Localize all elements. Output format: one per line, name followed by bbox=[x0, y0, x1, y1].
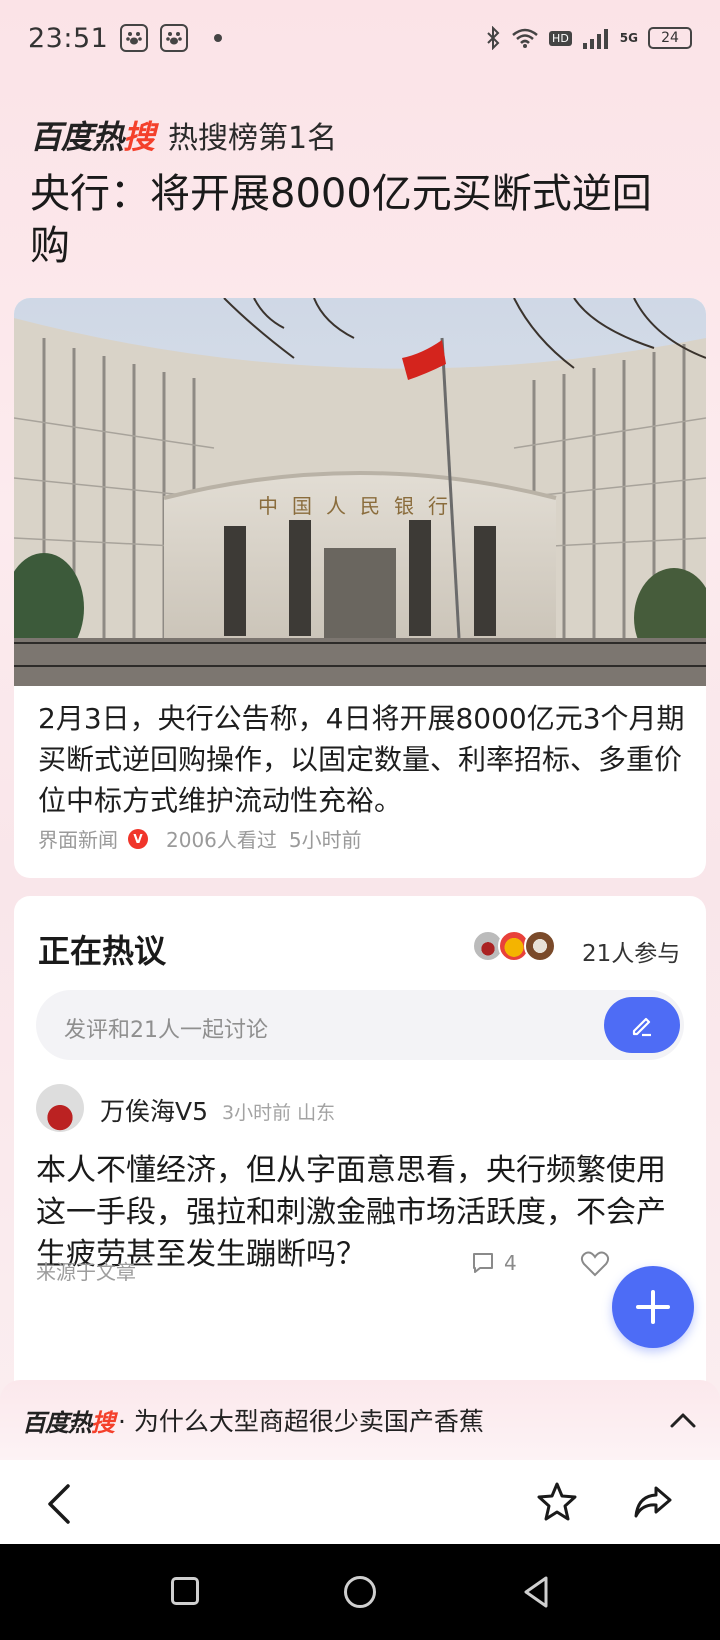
hd-badge: HD bbox=[549, 30, 572, 46]
hot-logo-main: 百度热 bbox=[22, 1408, 92, 1437]
comment-placeholder: 发评和21人一起讨论 bbox=[64, 1018, 268, 1043]
article-summary[interactable]: 2月3日，央行公告称，4日将开展8000亿元3个月期买断式逆回购操作，以固定数量… bbox=[38, 698, 688, 821]
edit-icon bbox=[632, 1017, 651, 1037]
comment-input[interactable]: 发评和21人一起讨论 bbox=[36, 990, 684, 1060]
status-bar: 23:51 HD 5G 24 bbox=[0, 0, 720, 76]
article-meta: 界面新闻 V 2006人看过 5小时前 bbox=[38, 824, 362, 853]
hot-logo-accent: 搜 bbox=[91, 1408, 115, 1437]
verified-icon: V bbox=[128, 828, 148, 849]
discussion-title: 正在热议 bbox=[38, 932, 167, 970]
edit-button[interactable] bbox=[604, 997, 680, 1053]
wifi-icon bbox=[512, 28, 538, 48]
avatar bbox=[524, 930, 556, 962]
reply-button[interactable]: 4 bbox=[470, 1250, 517, 1276]
article-views: 2006人看过 bbox=[166, 828, 277, 852]
chevron-up-icon[interactable] bbox=[668, 1410, 698, 1430]
home-button[interactable] bbox=[344, 1576, 376, 1608]
plus-icon bbox=[636, 1290, 670, 1324]
system-nav-bar bbox=[0, 1544, 720, 1640]
hot-search-text[interactable]: · 为什么大型商超很少卖国产香蕉 bbox=[118, 1402, 484, 1438]
article-card[interactable]: 中国人民银行 2月3日，央行公告称，4日将开展8000亿元3个月期买断式逆回购操… bbox=[14, 298, 706, 878]
bluetooth-icon bbox=[487, 26, 500, 50]
system-back-icon[interactable] bbox=[520, 1574, 550, 1610]
share-icon[interactable] bbox=[632, 1482, 674, 1522]
comment-source[interactable]: 来源于文章 bbox=[36, 1256, 136, 1285]
network-type: 5G bbox=[619, 31, 638, 45]
status-right: HD 5G 24 bbox=[485, 26, 692, 50]
add-button[interactable] bbox=[612, 1266, 694, 1348]
battery-icon: 24 bbox=[648, 27, 692, 49]
brand-logo-accent: 搜 bbox=[123, 118, 155, 156]
article-source[interactable]: 界面新闻 bbox=[38, 824, 118, 853]
star-icon[interactable] bbox=[536, 1480, 578, 1522]
status-time: 23:51 bbox=[28, 22, 109, 54]
page-title: 央行：将开展8000亿元买断式逆回购 bbox=[30, 171, 652, 269]
hot-search-logo: 百度热搜 bbox=[22, 1403, 115, 1438]
paw-icon bbox=[160, 24, 189, 52]
recent-apps-button[interactable] bbox=[171, 1577, 199, 1605]
comment-icon bbox=[473, 1253, 493, 1273]
article-time: 5小时前 bbox=[288, 828, 362, 852]
brand-row: 百度热搜 热搜榜第1名 bbox=[30, 112, 337, 158]
signal-icon bbox=[582, 29, 608, 49]
comment-meta: 3小时前 山东 bbox=[222, 1102, 336, 1124]
discussion-card: 正在热议 21人参与 发评和21人一起讨论 万俟海V5 3小时前 山东 本人不懂… bbox=[14, 896, 706, 1456]
participants-count: 21人参与 bbox=[582, 941, 681, 967]
reply-count: 4 bbox=[504, 1251, 517, 1275]
avatar[interactable] bbox=[36, 1084, 84, 1132]
hot-search-bar[interactable]: 百度热搜 · 为什么大型商超很少卖国产香蕉 bbox=[0, 1380, 720, 1460]
bottom-toolbar bbox=[0, 1460, 720, 1544]
building-sign: 中国人民银行 bbox=[258, 495, 462, 518]
heart-icon[interactable] bbox=[580, 1250, 610, 1278]
article-photo[interactable]: 中国人民银行 bbox=[14, 298, 706, 686]
paw-icon bbox=[120, 24, 149, 52]
comment-username[interactable]: 万俟海V5 bbox=[100, 1092, 208, 1128]
notification-dot bbox=[214, 34, 223, 42]
back-icon[interactable] bbox=[44, 1482, 74, 1526]
brand-logo: 百度热搜 bbox=[30, 112, 155, 158]
brand-logo-main: 百度热 bbox=[30, 118, 124, 156]
participant-avatars[interactable] bbox=[472, 930, 556, 962]
rank-label: 热搜榜第1名 bbox=[168, 121, 338, 156]
battery-level: 24 bbox=[661, 30, 679, 46]
